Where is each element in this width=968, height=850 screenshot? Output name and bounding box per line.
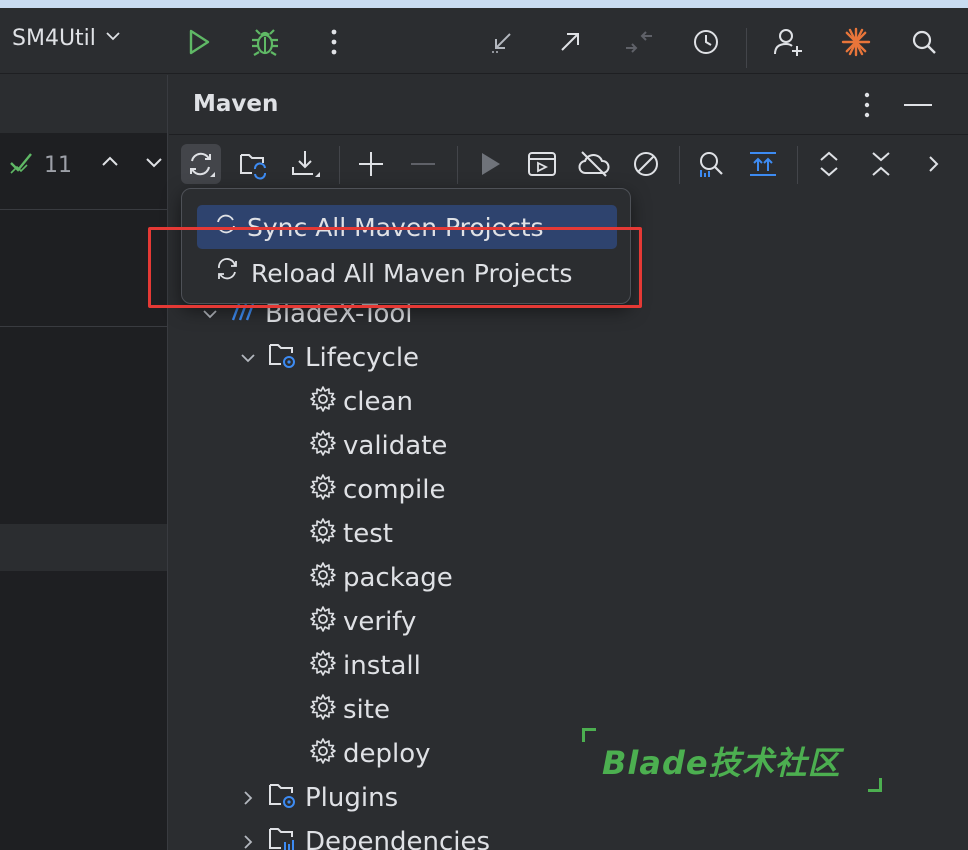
show-diagram-icon[interactable]: [743, 144, 783, 184]
editor-tab-strip: [0, 75, 167, 133]
reload-folder-icon[interactable]: [234, 144, 274, 184]
match-count: 11: [44, 152, 72, 178]
more-actions-icon[interactable]: [314, 22, 354, 62]
vcs-merge-icon[interactable]: [618, 22, 658, 62]
run-maven-build-icon[interactable]: [470, 144, 510, 184]
previous-occurrence-icon[interactable]: [100, 152, 120, 178]
watermark-bracket-left: [582, 728, 596, 742]
editor-pane: 11: [0, 75, 168, 850]
vcs-push-icon[interactable]: [550, 22, 590, 62]
gear-icon: [309, 649, 337, 684]
tree-node-goal[interactable]: install: [309, 644, 421, 688]
gear-icon: [309, 605, 337, 640]
gear-icon: [309, 385, 337, 420]
goal-label: test: [343, 519, 393, 549]
debug-icon[interactable]: [245, 22, 285, 62]
search-icon[interactable]: [904, 22, 944, 62]
chevron-down-icon: [104, 26, 122, 51]
gear-icon: [309, 517, 337, 552]
tree-node-goal[interactable]: site: [309, 688, 390, 732]
chevron-right-icon[interactable]: [235, 785, 261, 811]
watermark-text: Blade技术社区: [602, 744, 841, 782]
toolbar-separator: [746, 28, 747, 68]
add-user-icon[interactable]: [768, 22, 808, 62]
goal-label: package: [343, 563, 453, 593]
gear-icon: [309, 737, 337, 772]
plugins-folder-icon: [267, 780, 299, 817]
goal-label: verify: [343, 607, 417, 637]
goal-label: validate: [343, 431, 448, 461]
tree-node-goal[interactable]: test: [309, 512, 393, 556]
find-results-bar: 11: [8, 149, 164, 181]
window-top-strip: [0, 0, 968, 8]
project-selector[interactable]: SM4Util: [12, 26, 122, 51]
history-icon[interactable]: [686, 22, 726, 62]
gear-icon: [309, 693, 337, 728]
highlight-annotation: [148, 227, 642, 308]
toolbar-separator: [797, 146, 798, 184]
toolbar-separator: [457, 146, 458, 184]
download-sources-icon[interactable]: [286, 144, 326, 184]
tree-node-plugins[interactable]: Plugins: [235, 776, 398, 820]
ai-assistant-icon[interactable]: [836, 22, 876, 62]
toolbar-separator: [339, 146, 340, 184]
tree-node-goal[interactable]: deploy: [309, 732, 431, 776]
watermark: Blade技术社区: [582, 728, 882, 792]
maven-title: Maven: [193, 91, 279, 117]
main-toolbar: SM4Util: [0, 8, 968, 74]
analyze-dependencies-icon[interactable]: [691, 144, 731, 184]
gear-icon: [309, 473, 337, 508]
execute-goal-icon[interactable]: [522, 144, 562, 184]
dependencies-folder-icon: [267, 824, 299, 850]
collapse-all-icon[interactable]: [861, 144, 901, 184]
plugins-label: Plugins: [305, 783, 399, 813]
goal-label: deploy: [343, 739, 431, 769]
maven-toolbar: [169, 136, 968, 192]
gear-icon: [309, 429, 337, 464]
gear-icon: [309, 561, 337, 596]
offline-mode-icon[interactable]: [574, 144, 614, 184]
options-icon[interactable]: [849, 87, 885, 123]
lifecycle-label: Lifecycle: [305, 343, 420, 373]
chevron-right-icon[interactable]: [235, 829, 261, 850]
reload-dropdown-button[interactable]: [181, 144, 221, 184]
maven-header: Maven: [169, 75, 968, 135]
next-occurrence-icon[interactable]: [144, 152, 164, 178]
tree-node-goal[interactable]: package: [309, 556, 453, 600]
goal-label: site: [343, 695, 390, 725]
checkmark-icon: [8, 149, 34, 181]
tree-node-dependencies[interactable]: Dependencies: [235, 820, 490, 850]
tree-node-goal[interactable]: clean: [309, 380, 413, 424]
current-line-highlight: [0, 524, 167, 571]
goal-label: install: [343, 651, 421, 681]
watermark-bracket-right: [868, 778, 882, 792]
hide-icon[interactable]: [900, 87, 936, 123]
goal-label: compile: [343, 475, 446, 505]
expand-all-icon[interactable]: [809, 144, 849, 184]
toolbar-separator: [679, 146, 680, 184]
tree-node-goal[interactable]: verify: [309, 600, 416, 644]
editor-region: [0, 209, 167, 327]
goal-label: clean: [343, 387, 413, 417]
remove-icon[interactable]: [403, 144, 443, 184]
chevron-right-icon[interactable]: [913, 144, 953, 184]
run-icon[interactable]: [178, 22, 218, 62]
project-name: SM4Util: [12, 26, 96, 51]
add-icon[interactable]: [351, 144, 391, 184]
tree-node-goal[interactable]: compile: [309, 468, 445, 512]
tree-node-lifecycle[interactable]: Lifecycle: [235, 336, 419, 380]
tree-node-goal[interactable]: validate: [309, 424, 447, 468]
vcs-update-icon[interactable]: [482, 22, 522, 62]
dependencies-label: Dependencies: [305, 827, 491, 850]
lifecycle-folder-icon: [267, 340, 299, 377]
skip-tests-icon[interactable]: [626, 144, 666, 184]
chevron-down-icon[interactable]: [235, 345, 261, 371]
